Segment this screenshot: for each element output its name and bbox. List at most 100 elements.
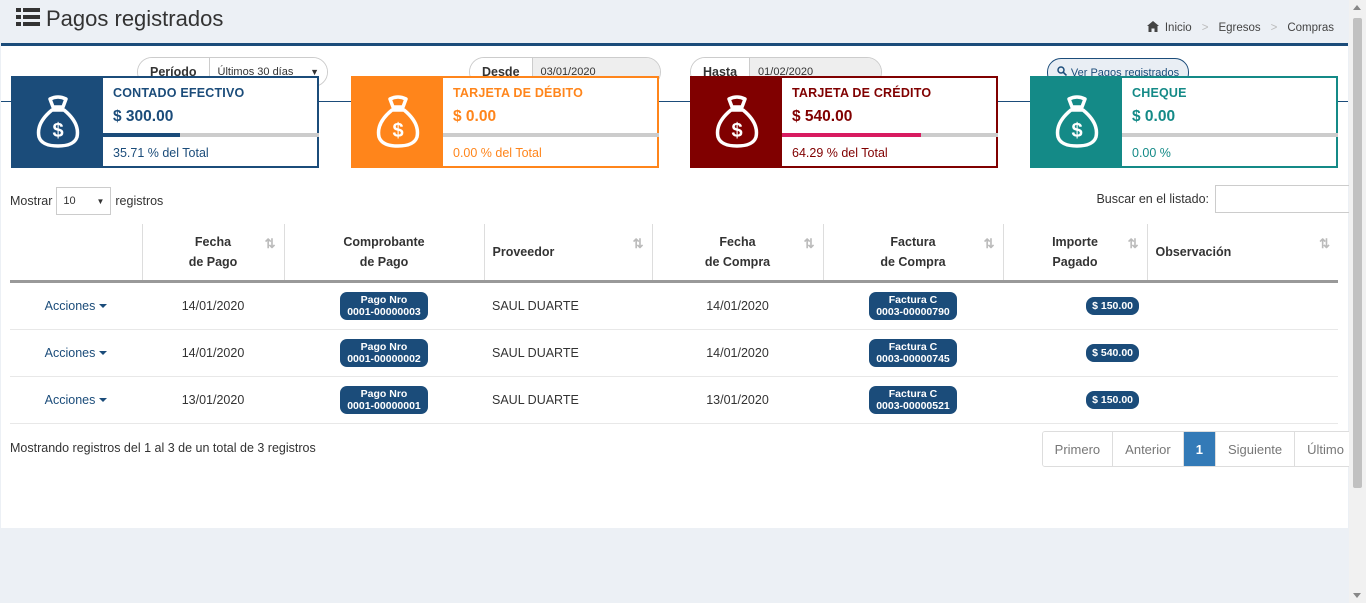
sort-icon: ⇅: [264, 236, 276, 251]
importe-badge: $ 540.00: [1086, 344, 1139, 362]
header-text: Fecha: [719, 235, 756, 249]
home-icon[interactable]: [1146, 21, 1159, 35]
header-text: de Pago: [359, 255, 409, 269]
header-observacion[interactable]: Observación ⇅: [1147, 224, 1338, 283]
factura-badge[interactable]: Factura C 0003-00000745: [869, 339, 957, 367]
money-bag-icon: $: [353, 78, 443, 166]
pagination: Primero Anterior 1 Siguiente Último: [1041, 431, 1357, 467]
acciones-dropdown[interactable]: Acciones: [45, 393, 108, 407]
card-progress: [443, 133, 659, 137]
importe-badge: $ 150.00: [1086, 391, 1139, 409]
table-search: Buscar en el listado:: [1096, 185, 1357, 213]
caret-down-icon: [99, 398, 108, 402]
header-fecha-compra[interactable]: Fecha de Compra ⇅: [652, 224, 824, 283]
acciones-cell: Acciones: [10, 281, 142, 330]
chevron-down-icon: ▼: [96, 196, 105, 206]
factura-cell: Factura C 0003-00000790: [823, 281, 1003, 330]
card-percent: 0.00 % del Total: [453, 146, 542, 160]
scroll-down-arrow-icon[interactable]: [1353, 593, 1361, 598]
header-text: de Compra: [880, 255, 946, 269]
card-percent: 35.71 % del Total: [113, 146, 209, 160]
breadcrumb-separator: >: [1201, 22, 1209, 34]
header-fecha-pago[interactable]: Fecha de Pago ⇅: [142, 224, 285, 283]
importe-cell: $ 150.00: [1003, 376, 1147, 424]
header-importe[interactable]: Importe Pagado ⇅: [1003, 224, 1148, 283]
breadcrumb-inicio[interactable]: Inicio: [1165, 22, 1192, 34]
fecha-compra-cell: 14/01/2020: [652, 329, 823, 377]
header-factura[interactable]: Factura de Compra ⇅: [823, 224, 1004, 283]
acciones-label: Acciones: [44, 393, 96, 407]
acciones-dropdown[interactable]: Acciones: [45, 346, 108, 360]
badge-line: 0003-00000521: [876, 400, 950, 412]
importe-cell: $ 540.00: [1003, 329, 1147, 377]
factura-badge[interactable]: Factura C 0003-00000521: [869, 386, 957, 414]
search-input[interactable]: [1215, 185, 1357, 213]
card-tarjeta-credito: $ TARJETA DE CRÉDITO $ 540.00 64.29 % de…: [690, 76, 998, 168]
svg-text:$: $: [731, 120, 742, 142]
sort-icon: ⇅: [632, 236, 644, 251]
list-icon: [16, 6, 40, 32]
proveedor-cell: SAUL DUARTE: [484, 281, 652, 330]
breadcrumb-egresos[interactable]: Egresos: [1218, 22, 1260, 34]
badge-line: Factura C: [888, 294, 938, 306]
money-bag-icon: $: [1032, 78, 1122, 166]
page-length-select[interactable]: 10 ▼: [56, 187, 112, 215]
page-header: Pagos registrados Inicio > Egresos > Com…: [0, 0, 1349, 44]
header-text: de Pago: [188, 255, 238, 269]
breadcrumb-compras: Compras: [1287, 22, 1334, 34]
acciones-cell: Acciones: [10, 376, 142, 424]
card-name: CONTADO EFECTIVO: [113, 86, 245, 100]
pagination-next[interactable]: Siguiente: [1215, 432, 1296, 466]
importe-badge: $ 150.00: [1086, 297, 1139, 315]
vertical-scrollbar[interactable]: [1349, 0, 1366, 603]
comprobante-badge[interactable]: Pago Nro 0001-00000002: [340, 339, 428, 367]
fecha-pago-cell: 13/01/2020: [142, 376, 284, 424]
card-tarjeta-debito: $ TARJETA DE DÉBITO $ 0.00 0.00 % del To…: [351, 76, 659, 168]
card-progress: [782, 133, 998, 137]
comprobante-badge[interactable]: Pago Nro 0001-00000003: [340, 292, 428, 320]
table-info: Mostrando registros del 1 al 3 de un tot…: [10, 441, 316, 455]
card-name: CHEQUE: [1132, 86, 1187, 100]
header-proveedor[interactable]: Proveedor ⇅: [484, 224, 653, 283]
search-label: Buscar en el listado:: [1096, 192, 1209, 206]
header-text: Pagado: [1052, 255, 1098, 269]
card-percent: 64.29 % del Total: [792, 146, 888, 160]
card-name: TARJETA DE DÉBITO: [453, 86, 584, 100]
scroll-up-arrow-icon[interactable]: [1353, 5, 1361, 10]
observacion-cell: [1147, 281, 1338, 330]
pagination-last[interactable]: Último: [1295, 432, 1356, 466]
page-length-control: Mostrar 10 ▼ registros: [10, 187, 163, 215]
badge-line: Factura C: [888, 388, 938, 400]
acciones-label: Acciones: [44, 346, 96, 360]
badge-line: 0001-00000001: [347, 400, 421, 412]
factura-badge[interactable]: Factura C 0003-00000790: [869, 292, 957, 320]
proveedor-cell: SAUL DUARTE: [484, 329, 652, 377]
pagination-prev[interactable]: Anterior: [1113, 432, 1184, 466]
comprobante-badge[interactable]: Pago Nro 0001-00000001: [340, 386, 428, 414]
comprobante-cell: Pago Nro 0001-00000003: [284, 281, 484, 330]
card-contado-efectivo: $ CONTADO EFECTIVO $ 300.00 35.71 % del …: [11, 76, 319, 168]
badge-line: 0003-00000790: [876, 306, 950, 318]
badge-line: Pago Nro: [360, 294, 408, 306]
sort-icon: ⇅: [983, 236, 995, 251]
card-amount: $ 0.00: [1132, 108, 1176, 125]
pagination-first[interactable]: Primero: [1042, 432, 1114, 466]
page-title-text: Pagos registrados: [46, 6, 224, 31]
fecha-pago-cell: 14/01/2020: [142, 281, 284, 330]
sort-icon: ⇅: [1319, 236, 1330, 251]
table-row: Acciones 14/01/2020 Pago Nro 0001-0000000…: [10, 329, 1338, 377]
card-amount: $ 300.00: [113, 108, 174, 125]
acciones-dropdown[interactable]: Acciones: [45, 299, 108, 313]
pagination-page-1[interactable]: 1: [1183, 432, 1216, 466]
scrollbar-thumb[interactable]: [1353, 18, 1362, 488]
acciones-cell: Acciones: [10, 329, 142, 377]
factura-cell: Factura C 0003-00000745: [823, 329, 1003, 377]
card-name: TARJETA DE CRÉDITO: [792, 86, 932, 100]
comprobante-cell: Pago Nro 0001-00000001: [284, 376, 484, 424]
sort-icon: ⇅: [803, 236, 815, 251]
svg-text:$: $: [52, 120, 63, 142]
show-label: Mostrar: [10, 194, 53, 208]
header-comprobante[interactable]: Comprobante de Pago: [284, 224, 485, 283]
money-bag-icon: $: [13, 78, 103, 166]
header-text: Observación: [1155, 245, 1232, 259]
